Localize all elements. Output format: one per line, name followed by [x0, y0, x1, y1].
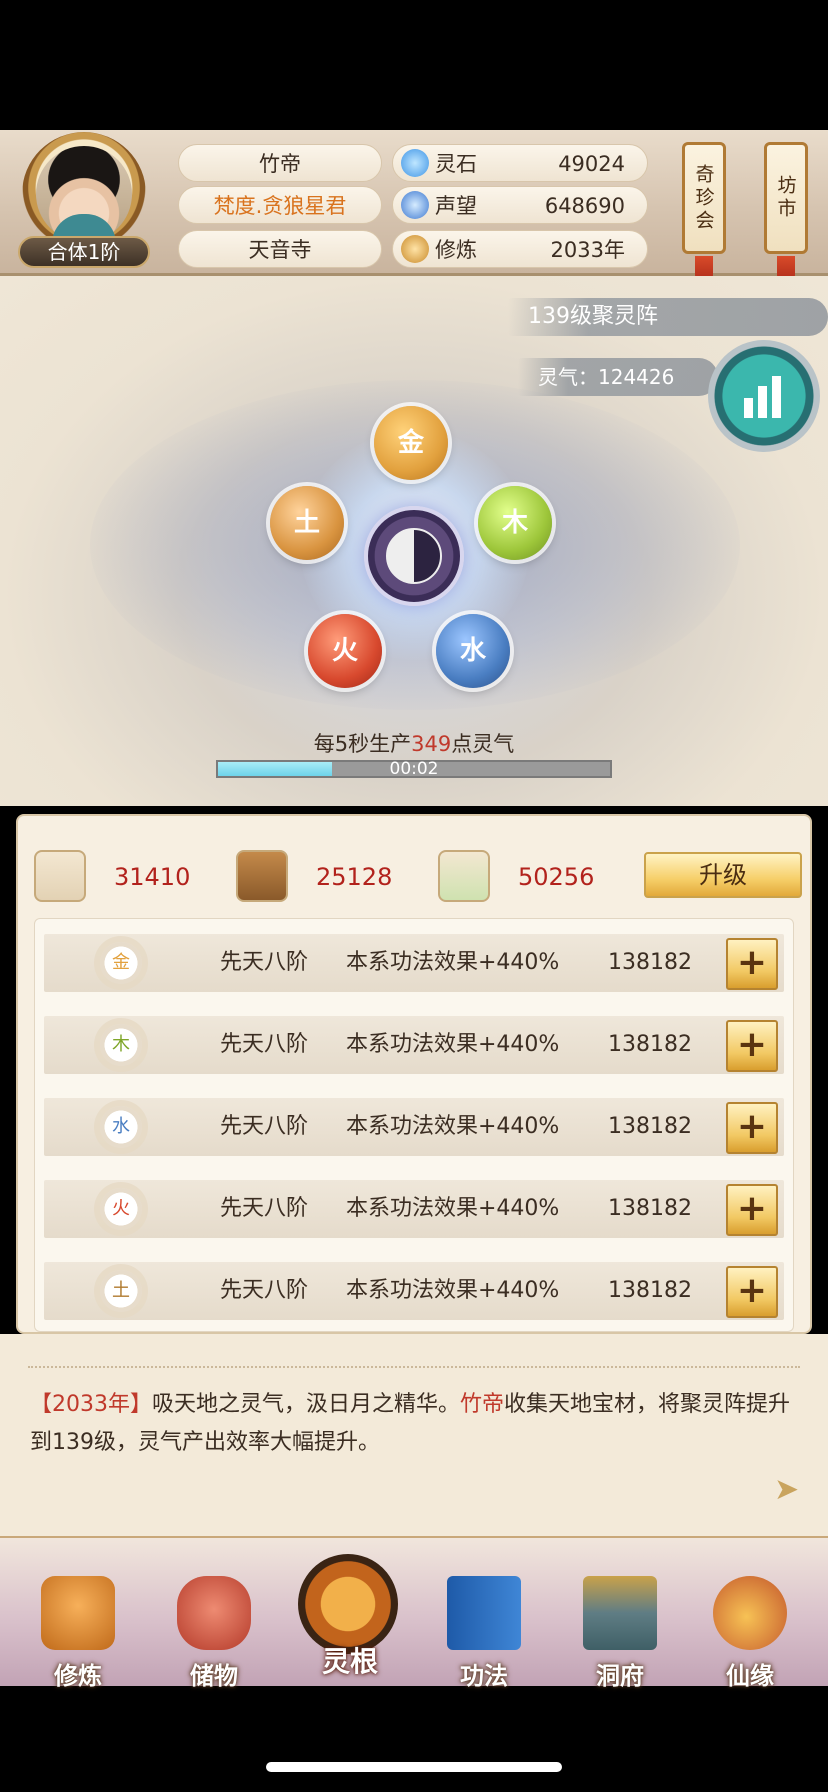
nav-label: 储物: [190, 1662, 238, 1690]
yin-yang-icon: [386, 528, 442, 584]
element-row-fire: 火 先天八阶 本系功法效果+440% 138182 +: [44, 1180, 784, 1238]
row-tier: 先天八阶: [220, 1196, 309, 1221]
row-tier: 先天八阶: [220, 1032, 309, 1057]
production-value: 349: [411, 732, 452, 756]
row-effect: 本系功法效果+440%: [346, 1196, 560, 1221]
nav-cultivate[interactable]: 修炼: [18, 1566, 138, 1706]
log-year: 【2033年】: [30, 1392, 152, 1417]
player-sect: 天音寺: [178, 230, 382, 268]
orb-wood[interactable]: 木: [478, 486, 552, 560]
cave-house-icon: [583, 1576, 657, 1650]
storage-bag-icon: [177, 1576, 251, 1650]
herb-icon: [438, 850, 490, 902]
orb-water[interactable]: 水: [436, 614, 510, 688]
plus-button[interactable]: +: [726, 938, 778, 990]
water-emblem-icon: 水: [100, 1106, 142, 1148]
row-effect: 本系功法效果+440%: [346, 950, 560, 975]
fate-gourd-icon: [713, 1576, 787, 1650]
orb-earth[interactable]: 土: [270, 486, 344, 560]
home-indicator[interactable]: [266, 1762, 562, 1772]
rank-badge: 合体1阶: [18, 236, 150, 268]
wood-icon: [236, 850, 288, 902]
next-arrow-icon[interactable]: ➤: [774, 1472, 808, 1507]
row-cost: 138182: [608, 1196, 692, 1221]
plus-button[interactable]: +: [726, 1184, 778, 1236]
resource-label: 灵石: [435, 152, 477, 176]
treasure-fair-button[interactable]: 奇珍会: [682, 142, 726, 254]
resource-reputation: 声望 648690: [392, 186, 648, 224]
status-bar-area: [0, 0, 828, 130]
array-level-label: 139级聚灵阵: [508, 298, 828, 336]
row-cost: 138182: [608, 1278, 692, 1303]
progress-timer: 00:02: [389, 759, 439, 779]
orb-fire[interactable]: 火: [308, 614, 382, 688]
bar-chart-icon: [744, 376, 781, 418]
nav-label: 功法: [460, 1662, 508, 1690]
nav-label: 仙缘: [726, 1662, 774, 1690]
row-effect: 本系功法效果+440%: [346, 1032, 560, 1057]
player-name: 竹帝: [178, 144, 382, 182]
row-tier: 先天八阶: [220, 950, 309, 975]
row-cost: 138182: [608, 950, 692, 975]
plus-button[interactable]: +: [726, 1266, 778, 1318]
nav-storage[interactable]: 储物: [154, 1566, 274, 1706]
qi-amount-label: 灵气：124426: [518, 358, 718, 396]
resource-spirit-stone: 灵石 49024: [392, 144, 648, 182]
metal-emblem-icon: 金: [100, 942, 142, 984]
event-log-text: 【2033年】吸天地之灵气，汲日月之精华。竹帝收集天地宝材，将聚灵阵提升到139…: [30, 1386, 810, 1462]
row-cost: 138182: [608, 1032, 692, 1057]
log-text: 吸天地之灵气，汲日月之精华。: [152, 1392, 461, 1417]
player-title: 梵度.贪狼星君: [178, 186, 382, 224]
row-cost: 138182: [608, 1114, 692, 1139]
cultivate-icon: [41, 1576, 115, 1650]
row-tier: 先天八阶: [220, 1114, 309, 1139]
ore-icon: [34, 850, 86, 902]
production-suffix: 点灵气: [451, 732, 515, 756]
production-rate-text: 每5秒生产349点灵气: [0, 728, 828, 758]
material-herb-value: 50256: [518, 863, 595, 891]
material-wood-value: 25128: [316, 863, 393, 891]
spirit-stone-icon: [401, 149, 429, 177]
divider: [28, 1366, 800, 1374]
nav-manual[interactable]: 功法: [424, 1566, 544, 1706]
row-effect: 本系功法效果+440%: [346, 1278, 560, 1303]
element-row-water: 水 先天八阶 本系功法效果+440% 138182 +: [44, 1098, 784, 1156]
meditation-icon: [401, 235, 429, 263]
nav-label: 修炼: [54, 1662, 102, 1690]
row-effect: 本系功法效果+440%: [346, 1114, 560, 1139]
upgrade-button[interactable]: 升级: [644, 852, 802, 898]
plus-button[interactable]: +: [726, 1020, 778, 1072]
production-progress-bar: 00:02: [216, 760, 612, 778]
orb-metal[interactable]: 金: [374, 406, 448, 480]
resource-value: 2033年: [550, 238, 625, 262]
material-ore-value: 31410: [114, 863, 191, 891]
row-tier: 先天八阶: [220, 1278, 309, 1303]
resource-label: 修炼: [435, 238, 477, 262]
resource-cultivation-years: 修炼 2033年: [392, 230, 648, 268]
element-row-metal: 金 先天八阶 本系功法效果+440% 138182 +: [44, 934, 784, 992]
production-prefix: 每5秒生产: [313, 732, 412, 756]
element-row-wood: 木 先天八阶 本系功法效果+440% 138182 +: [44, 1016, 784, 1074]
market-button[interactable]: 坊市: [764, 142, 808, 254]
resource-label: 声望: [435, 194, 477, 218]
nav-spirit-root[interactable]: 灵根: [306, 1640, 394, 1680]
resource-value: 648690: [544, 194, 625, 218]
nav-label: 洞府: [596, 1662, 644, 1690]
nav-fate[interactable]: 仙缘: [690, 1566, 810, 1706]
fire-emblem-icon: 火: [100, 1188, 142, 1230]
element-row-earth: 土 先天八阶 本系功法效果+440% 138182 +: [44, 1262, 784, 1320]
reputation-flame-icon: [401, 191, 429, 219]
stats-button[interactable]: [708, 340, 820, 452]
resource-value: 49024: [558, 152, 625, 176]
plus-button[interactable]: +: [726, 1102, 778, 1154]
wood-emblem-icon: 木: [100, 1024, 142, 1066]
nav-cave[interactable]: 洞府: [560, 1566, 680, 1706]
spirit-root-icon[interactable]: [298, 1554, 398, 1654]
earth-emblem-icon: 土: [100, 1270, 142, 1312]
manual-book-icon: [447, 1576, 521, 1650]
log-player-name: 竹帝: [460, 1392, 505, 1417]
